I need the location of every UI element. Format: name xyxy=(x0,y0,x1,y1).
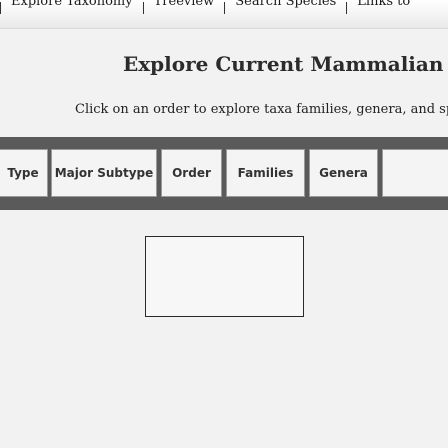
tab-major-subtype[interactable]: Major Subtype xyxy=(51,149,157,197)
taxonomy-tab-bar: Type Major Subtype Order Families Genera xyxy=(0,137,448,210)
tab-order-label: Order xyxy=(172,166,211,180)
tab-major-subtype-label: Major Subtype xyxy=(54,166,154,180)
nav-treeview[interactable]: Treeview xyxy=(144,0,225,14)
tab-type-label: Type xyxy=(7,166,39,180)
tab-type[interactable]: Type xyxy=(0,149,48,197)
nav-treeview-label: Treeview xyxy=(153,0,215,9)
tab-genera-label: Genera xyxy=(319,166,368,180)
top-navigation: Explore Taxonomy Treeview Search Species… xyxy=(0,0,448,29)
tab-genera[interactable]: Genera xyxy=(309,149,378,197)
tab-families-label: Families xyxy=(237,166,294,180)
tab-order[interactable]: Order xyxy=(161,149,222,197)
tab-partial[interactable] xyxy=(382,149,448,197)
tab-families[interactable]: Families xyxy=(226,149,305,197)
nav-search-species[interactable]: Search Species xyxy=(225,0,346,14)
nav-links-label: Links to xyxy=(357,0,411,9)
nav-search-species-label: Search Species xyxy=(235,0,337,9)
nav-links[interactable]: Links to xyxy=(347,0,420,14)
nav-explore-taxonomy[interactable]: Explore Taxonomy xyxy=(1,0,143,14)
page-subtitle: Click on an order to explore taxa famili… xyxy=(75,102,448,117)
page-title: Explore Current Mammalian xyxy=(123,52,444,76)
page: Explore Taxonomy Treeview Search Species… xyxy=(0,0,448,448)
nav-explore-taxonomy-label: Explore Taxonomy xyxy=(11,0,133,9)
content-panel xyxy=(145,236,304,317)
